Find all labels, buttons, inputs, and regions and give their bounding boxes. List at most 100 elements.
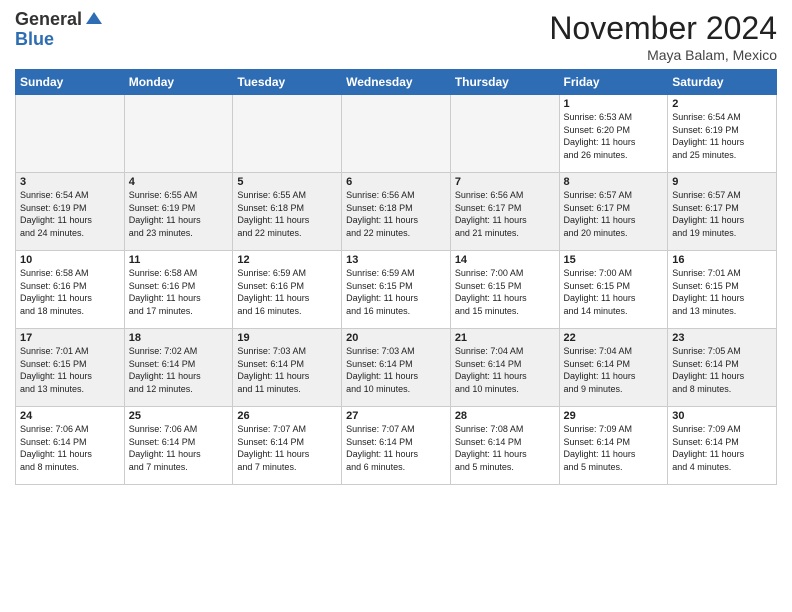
day-detail: Sunrise: 7:00 AMSunset: 6:15 PMDaylight:…: [455, 267, 555, 317]
calendar-cell: 25Sunrise: 7:06 AMSunset: 6:14 PMDayligh…: [124, 407, 233, 485]
calendar-cell: 21Sunrise: 7:04 AMSunset: 6:14 PMDayligh…: [450, 329, 559, 407]
day-detail: Sunrise: 6:54 AMSunset: 6:19 PMDaylight:…: [672, 111, 772, 161]
day-number: 21: [455, 332, 555, 344]
day-detail: Sunrise: 6:55 AMSunset: 6:19 PMDaylight:…: [129, 189, 229, 239]
day-number: 3: [20, 176, 120, 188]
calendar-cell: 17Sunrise: 7:01 AMSunset: 6:15 PMDayligh…: [16, 329, 125, 407]
week-row-2: 10Sunrise: 6:58 AMSunset: 6:16 PMDayligh…: [16, 251, 777, 329]
day-detail: Sunrise: 7:03 AMSunset: 6:14 PMDaylight:…: [237, 345, 337, 395]
day-detail: Sunrise: 6:57 AMSunset: 6:17 PMDaylight:…: [672, 189, 772, 239]
day-number: 14: [455, 254, 555, 266]
calendar-cell: 27Sunrise: 7:07 AMSunset: 6:14 PMDayligh…: [342, 407, 451, 485]
calendar-cell: 8Sunrise: 6:57 AMSunset: 6:17 PMDaylight…: [559, 173, 668, 251]
calendar-cell: 3Sunrise: 6:54 AMSunset: 6:19 PMDaylight…: [16, 173, 125, 251]
day-number: 23: [672, 332, 772, 344]
calendar-cell: [450, 95, 559, 173]
calendar-cell: 30Sunrise: 7:09 AMSunset: 6:14 PMDayligh…: [668, 407, 777, 485]
day-number: 1: [564, 98, 664, 110]
day-detail: Sunrise: 7:05 AMSunset: 6:14 PMDaylight:…: [672, 345, 772, 395]
col-saturday: Saturday: [668, 70, 777, 95]
calendar-cell: 2Sunrise: 6:54 AMSunset: 6:19 PMDaylight…: [668, 95, 777, 173]
week-row-3: 17Sunrise: 7:01 AMSunset: 6:15 PMDayligh…: [16, 329, 777, 407]
calendar-cell: 5Sunrise: 6:55 AMSunset: 6:18 PMDaylight…: [233, 173, 342, 251]
day-detail: Sunrise: 7:06 AMSunset: 6:14 PMDaylight:…: [129, 423, 229, 473]
calendar-cell: 16Sunrise: 7:01 AMSunset: 6:15 PMDayligh…: [668, 251, 777, 329]
day-detail: Sunrise: 7:04 AMSunset: 6:14 PMDaylight:…: [455, 345, 555, 395]
calendar-cell: 10Sunrise: 6:58 AMSunset: 6:16 PMDayligh…: [16, 251, 125, 329]
calendar-cell: 13Sunrise: 6:59 AMSunset: 6:15 PMDayligh…: [342, 251, 451, 329]
calendar-cell: [342, 95, 451, 173]
col-thursday: Thursday: [450, 70, 559, 95]
day-detail: Sunrise: 7:04 AMSunset: 6:14 PMDaylight:…: [564, 345, 664, 395]
day-number: 15: [564, 254, 664, 266]
calendar-cell: 6Sunrise: 6:56 AMSunset: 6:18 PMDaylight…: [342, 173, 451, 251]
calendar-cell: 1Sunrise: 6:53 AMSunset: 6:20 PMDaylight…: [559, 95, 668, 173]
logo-icon: [84, 10, 104, 30]
day-number: 16: [672, 254, 772, 266]
day-detail: Sunrise: 7:03 AMSunset: 6:14 PMDaylight:…: [346, 345, 446, 395]
day-number: 24: [20, 410, 120, 422]
calendar-cell: 23Sunrise: 7:05 AMSunset: 6:14 PMDayligh…: [668, 329, 777, 407]
day-detail: Sunrise: 6:55 AMSunset: 6:18 PMDaylight:…: [237, 189, 337, 239]
day-detail: Sunrise: 7:07 AMSunset: 6:14 PMDaylight:…: [237, 423, 337, 473]
week-row-0: 1Sunrise: 6:53 AMSunset: 6:20 PMDaylight…: [16, 95, 777, 173]
day-number: 27: [346, 410, 446, 422]
day-detail: Sunrise: 6:54 AMSunset: 6:19 PMDaylight:…: [20, 189, 120, 239]
title-area: November 2024 Maya Balam, Mexico: [549, 10, 777, 63]
day-detail: Sunrise: 7:09 AMSunset: 6:14 PMDaylight:…: [672, 423, 772, 473]
day-number: 8: [564, 176, 664, 188]
calendar-cell: [16, 95, 125, 173]
header-row: Sunday Monday Tuesday Wednesday Thursday…: [16, 70, 777, 95]
day-number: 19: [237, 332, 337, 344]
day-detail: Sunrise: 7:09 AMSunset: 6:14 PMDaylight:…: [564, 423, 664, 473]
calendar-cell: 22Sunrise: 7:04 AMSunset: 6:14 PMDayligh…: [559, 329, 668, 407]
day-number: 26: [237, 410, 337, 422]
day-number: 18: [129, 332, 229, 344]
day-number: 20: [346, 332, 446, 344]
week-row-4: 24Sunrise: 7:06 AMSunset: 6:14 PMDayligh…: [16, 407, 777, 485]
day-number: 25: [129, 410, 229, 422]
day-number: 28: [455, 410, 555, 422]
day-detail: Sunrise: 7:02 AMSunset: 6:14 PMDaylight:…: [129, 345, 229, 395]
day-number: 22: [564, 332, 664, 344]
day-detail: Sunrise: 6:59 AMSunset: 6:15 PMDaylight:…: [346, 267, 446, 317]
col-tuesday: Tuesday: [233, 70, 342, 95]
day-detail: Sunrise: 7:06 AMSunset: 6:14 PMDaylight:…: [20, 423, 120, 473]
location: Maya Balam, Mexico: [549, 47, 777, 63]
calendar-cell: 15Sunrise: 7:00 AMSunset: 6:15 PMDayligh…: [559, 251, 668, 329]
month-title: November 2024: [549, 10, 777, 47]
day-detail: Sunrise: 6:58 AMSunset: 6:16 PMDaylight:…: [129, 267, 229, 317]
calendar-cell: 26Sunrise: 7:07 AMSunset: 6:14 PMDayligh…: [233, 407, 342, 485]
col-sunday: Sunday: [16, 70, 125, 95]
col-monday: Monday: [124, 70, 233, 95]
calendar-cell: 9Sunrise: 6:57 AMSunset: 6:17 PMDaylight…: [668, 173, 777, 251]
day-detail: Sunrise: 7:07 AMSunset: 6:14 PMDaylight:…: [346, 423, 446, 473]
page: General Blue November 2024 Maya Balam, M…: [0, 0, 792, 612]
day-detail: Sunrise: 6:53 AMSunset: 6:20 PMDaylight:…: [564, 111, 664, 161]
day-detail: Sunrise: 6:56 AMSunset: 6:18 PMDaylight:…: [346, 189, 446, 239]
calendar-cell: 28Sunrise: 7:08 AMSunset: 6:14 PMDayligh…: [450, 407, 559, 485]
day-number: 11: [129, 254, 229, 266]
day-number: 29: [564, 410, 664, 422]
calendar-cell: 29Sunrise: 7:09 AMSunset: 6:14 PMDayligh…: [559, 407, 668, 485]
logo: General Blue: [15, 10, 104, 50]
day-detail: Sunrise: 6:56 AMSunset: 6:17 PMDaylight:…: [455, 189, 555, 239]
calendar-cell: 4Sunrise: 6:55 AMSunset: 6:19 PMDaylight…: [124, 173, 233, 251]
calendar-table: Sunday Monday Tuesday Wednesday Thursday…: [15, 69, 777, 485]
day-number: 17: [20, 332, 120, 344]
col-friday: Friday: [559, 70, 668, 95]
logo-text: General Blue: [15, 10, 104, 50]
day-number: 2: [672, 98, 772, 110]
calendar-cell: 7Sunrise: 6:56 AMSunset: 6:17 PMDaylight…: [450, 173, 559, 251]
calendar-cell: 24Sunrise: 7:06 AMSunset: 6:14 PMDayligh…: [16, 407, 125, 485]
calendar-cell: 20Sunrise: 7:03 AMSunset: 6:14 PMDayligh…: [342, 329, 451, 407]
day-number: 7: [455, 176, 555, 188]
calendar-cell: 14Sunrise: 7:00 AMSunset: 6:15 PMDayligh…: [450, 251, 559, 329]
day-detail: Sunrise: 6:58 AMSunset: 6:16 PMDaylight:…: [20, 267, 120, 317]
calendar-cell: [124, 95, 233, 173]
calendar-cell: [233, 95, 342, 173]
day-number: 5: [237, 176, 337, 188]
day-number: 4: [129, 176, 229, 188]
day-detail: Sunrise: 7:00 AMSunset: 6:15 PMDaylight:…: [564, 267, 664, 317]
day-number: 6: [346, 176, 446, 188]
